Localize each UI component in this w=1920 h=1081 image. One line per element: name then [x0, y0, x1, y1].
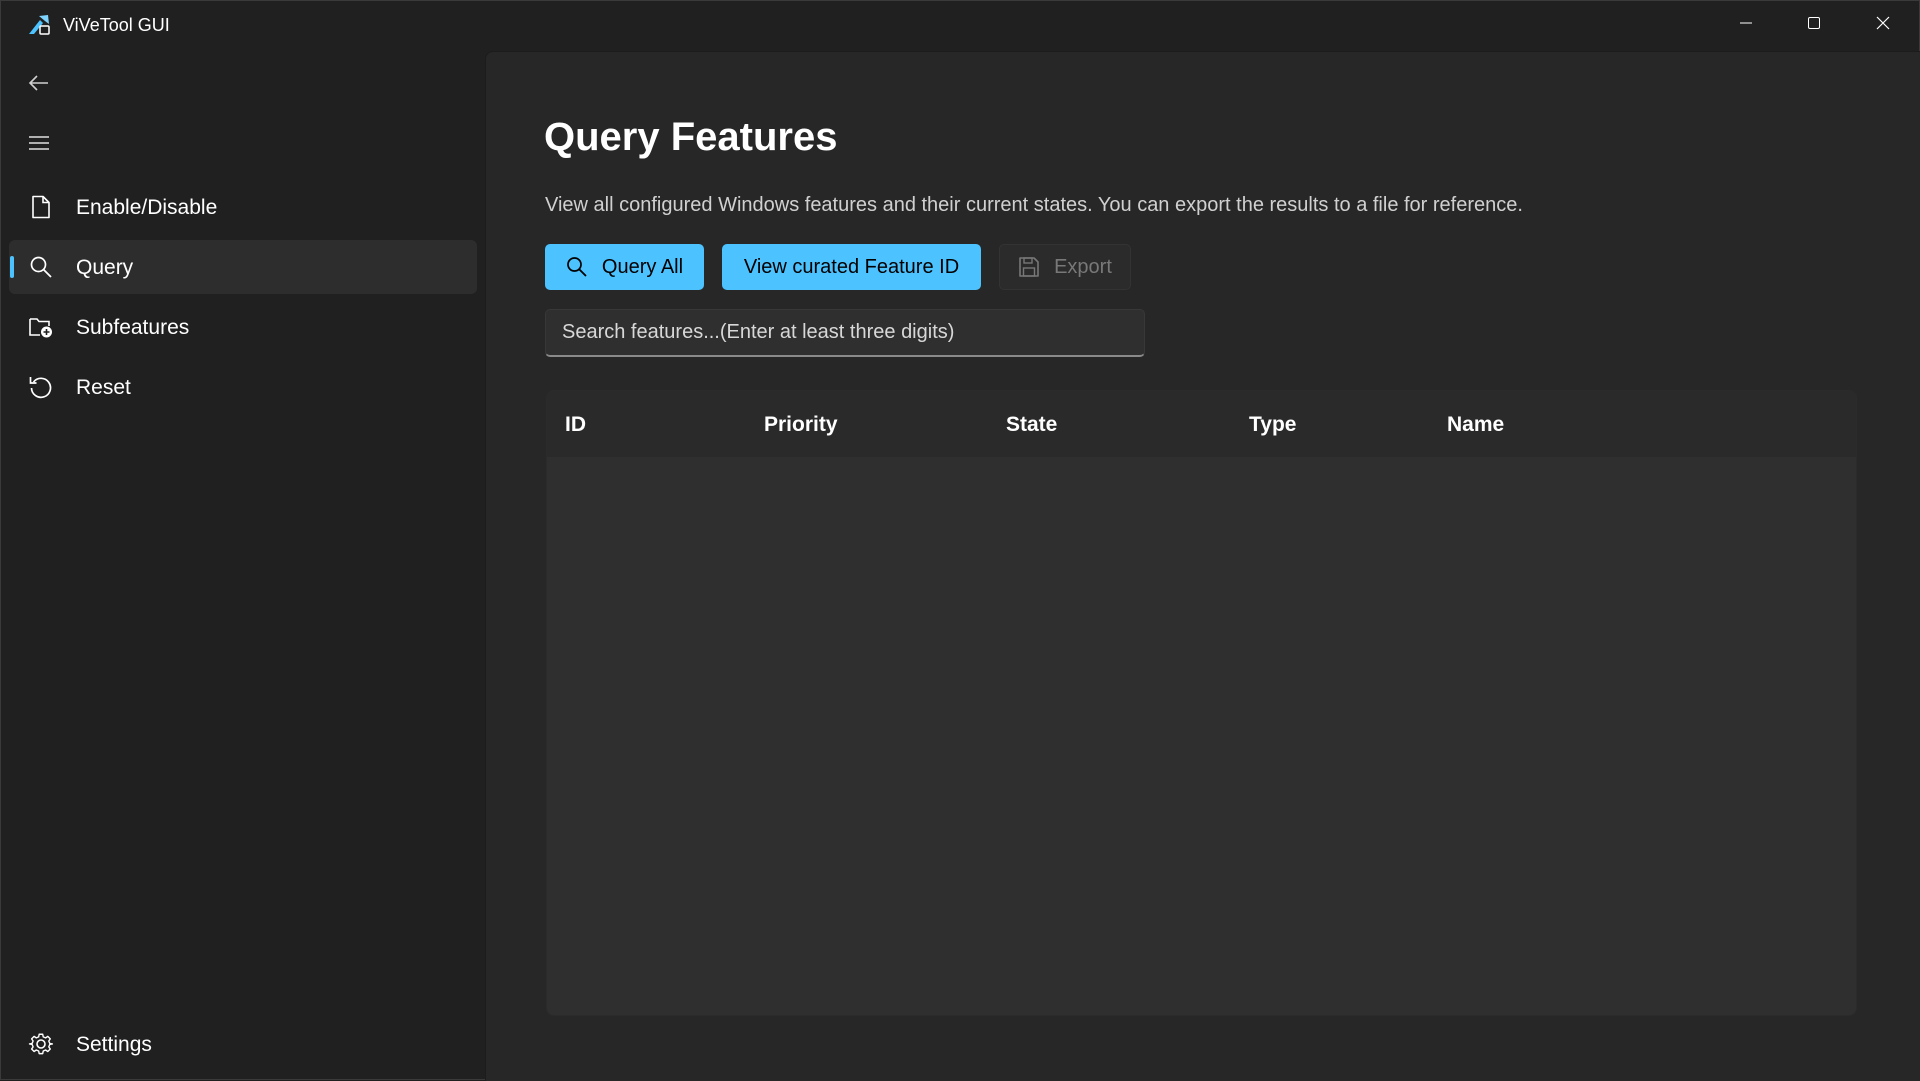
- selection-indicator: [10, 256, 14, 278]
- maximize-icon: [1806, 15, 1822, 36]
- minimize-button[interactable]: [1712, 1, 1780, 49]
- export-button[interactable]: Export: [999, 244, 1131, 290]
- sidebar-item-label: Settings: [76, 1033, 152, 1056]
- query-all-button[interactable]: Query All: [545, 244, 704, 290]
- close-icon: [1875, 15, 1891, 36]
- sidebar-item-reset[interactable]: Reset: [9, 360, 477, 414]
- hamburger-menu-icon: [28, 132, 50, 159]
- sidebar-item-subfeatures[interactable]: Subfeatures: [9, 300, 477, 354]
- search-input[interactable]: [545, 309, 1145, 357]
- minimize-icon: [1738, 15, 1754, 36]
- window-title: ViVeTool GUI: [63, 15, 170, 35]
- save-icon: [1018, 256, 1040, 278]
- sidebar-item-label: Enable/Disable: [76, 196, 218, 219]
- sidebar-item-enable-disable[interactable]: Enable/Disable: [9, 180, 477, 234]
- close-button[interactable]: [1849, 1, 1917, 49]
- sidebar-item-label: Reset: [76, 376, 131, 399]
- page-description: View all configured Windows features and…: [545, 194, 1523, 216]
- page-title: Query Features: [544, 115, 838, 159]
- column-header-name[interactable]: Name: [1447, 413, 1504, 437]
- column-header-priority[interactable]: Priority: [764, 413, 838, 437]
- app-window: ViVeTool GUI Enable/Disable Query Subfea…: [0, 0, 1920, 1081]
- view-curated-feature-id-button[interactable]: View curated Feature ID: [722, 244, 981, 290]
- search-icon: [27, 253, 55, 281]
- sidebar-item-label: Query: [76, 256, 134, 279]
- vivetool-app-icon: [26, 12, 52, 38]
- query-all-label: Query All: [601, 255, 684, 278]
- sidebar-item-query[interactable]: Query: [9, 240, 477, 294]
- menu-toggle-button[interactable]: [19, 127, 59, 163]
- folder-add-icon: [27, 313, 55, 341]
- maximize-button[interactable]: [1780, 1, 1848, 49]
- table-header: ID Priority State Type Name: [547, 391, 1856, 457]
- gear-icon: [27, 1030, 55, 1058]
- search-icon: [566, 256, 588, 278]
- back-button[interactable]: [19, 67, 59, 103]
- column-header-type[interactable]: Type: [1249, 413, 1296, 437]
- column-header-state[interactable]: State: [1006, 413, 1057, 437]
- title-bar[interactable]: ViVeTool GUI: [1, 1, 1920, 49]
- sidebar-item-settings[interactable]: Settings: [9, 1017, 477, 1071]
- view-curated-label: View curated Feature ID: [743, 255, 960, 278]
- back-arrow-icon: [28, 72, 50, 99]
- reset-icon: [27, 373, 55, 401]
- export-label: Export: [1054, 255, 1112, 278]
- sidebar-item-label: Subfeatures: [76, 316, 190, 339]
- document-icon: [27, 193, 55, 221]
- features-table[interactable]: ID Priority State Type Name: [546, 390, 1857, 1016]
- column-header-id[interactable]: ID: [565, 413, 586, 437]
